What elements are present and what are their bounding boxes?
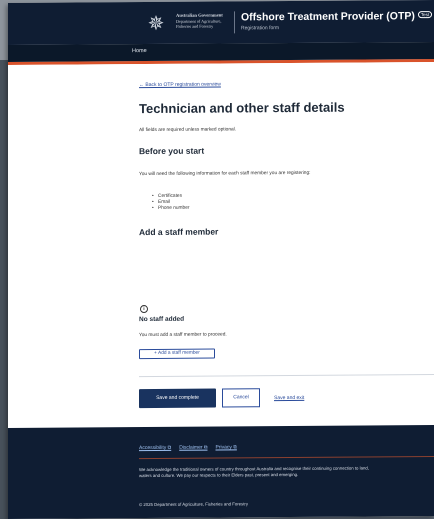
government-logo-text: Australian Government Department of Agri… [176, 13, 223, 30]
section-divider [139, 374, 434, 378]
test-badge: Test [417, 11, 433, 19]
app-title: Offshore Treatment Provider (OTP) Test [241, 10, 433, 24]
accessibility-link[interactable]: Accessibility ⧉ [139, 445, 171, 451]
info-icon: i [140, 305, 148, 314]
main-content: ← Back to OTP registration overview Tech… [8, 62, 434, 431]
before-you-start-text: You will need the following information … [139, 170, 311, 178]
header-divider [234, 11, 235, 34]
before-you-start-heading: Before you start [139, 145, 205, 157]
save-and-exit-link[interactable]: Save and exit [274, 395, 304, 401]
coat-of-arms-icon: ✵ [147, 10, 165, 36]
app-subtitle: Registration form [241, 25, 280, 32]
nav-home-link[interactable]: Home [132, 48, 147, 54]
copyright: © 2025 Department of Agriculture, Fisher… [139, 501, 248, 508]
add-staff-heading: Add a staff member [139, 226, 219, 238]
back-link[interactable]: ← Back to OTP registration overview [139, 82, 221, 89]
gov-line-3: Fisheries and Forestry [176, 23, 214, 29]
save-and-complete-button[interactable]: Save and complete [139, 388, 216, 409]
acknowledgement-of-country: We acknowledge the traditional owners of… [139, 465, 369, 479]
site-header: ✵ Australian Government Department of Ag… [8, 0, 434, 46]
browser-page: ✵ Australian Government Department of Ag… [8, 0, 434, 519]
must-add-text: You must add a staff member to proceed. [139, 332, 227, 339]
list-item: Phone number [158, 206, 189, 212]
page-title: Technician and other staff details [139, 99, 345, 117]
requirements-list: Certificates Email Phone number [158, 194, 189, 212]
footer-links: Accessibility ⧉ Disclaimer ⧉ Privacy ⧉ [139, 444, 237, 451]
add-staff-button[interactable]: + Add a staff member [139, 348, 215, 360]
main-nav: Home [8, 42, 434, 62]
site-footer: Accessibility ⧉ Disclaimer ⧉ Privacy ⧉ W… [8, 425, 434, 519]
cancel-button[interactable]: Cancel [222, 388, 260, 408]
no-staff-heading: No staff added [139, 315, 185, 324]
gov-line-1: Australian Government [176, 12, 223, 18]
footer-divider [139, 456, 434, 460]
disclaimer-link[interactable]: Disclaimer ⧉ [179, 445, 207, 451]
required-fields-note: All fields are required unless marked op… [139, 127, 237, 134]
app-title-text: Offshore Treatment Provider (OTP) [241, 10, 415, 24]
privacy-link[interactable]: Privacy ⧉ [216, 444, 237, 450]
